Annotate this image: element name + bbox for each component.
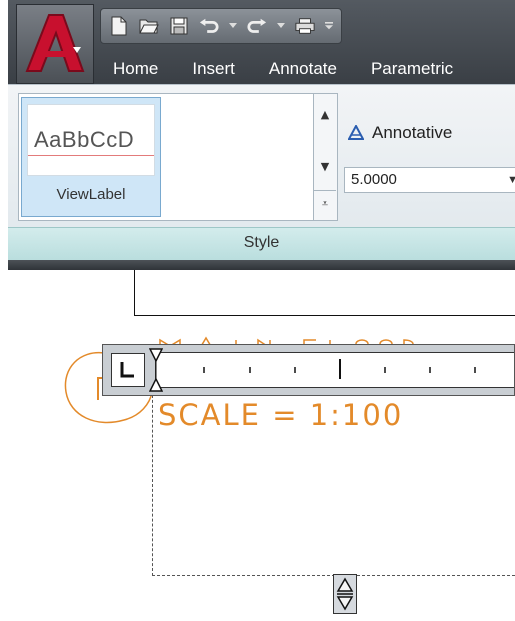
gallery-scroll-up-icon[interactable]: ▲ — [314, 108, 336, 121]
customize-dropdown-icon[interactable] — [325, 16, 333, 36]
mtext-ruler[interactable] — [102, 344, 515, 396]
resize-arrows-icon — [336, 577, 354, 611]
plot-icon[interactable] — [295, 16, 315, 36]
autocad-logo-icon — [25, 14, 85, 72]
drawing-scale-text[interactable]: SCALE = 1:100 — [158, 398, 403, 432]
annotative-row[interactable]: Annotative — [348, 123, 452, 143]
panel-title-style[interactable]: Style — [8, 227, 515, 262]
open-icon[interactable] — [139, 16, 159, 36]
ruler-scale[interactable] — [155, 352, 514, 388]
title-bar: Home Insert Annotate Parametric — [8, 0, 515, 84]
text-height-value: 5.0000 — [351, 171, 397, 188]
style-name-label: ViewLabel — [56, 186, 126, 203]
style-gallery-item-viewlabel[interactable]: AaBbCcD ViewLabel — [21, 97, 161, 217]
text-height-combo[interactable]: 5.0000 ▼ — [344, 167, 515, 193]
undo-icon[interactable] — [199, 16, 219, 36]
chevron-down-icon[interactable]: ▼ — [507, 168, 515, 192]
tab-parametric[interactable]: Parametric — [354, 59, 470, 79]
gallery-scrollbar: ▲ ▼ ⩡ — [314, 93, 338, 221]
new-icon[interactable] — [109, 16, 129, 36]
redo-dropdown-icon[interactable] — [277, 16, 285, 36]
ruler-ticks — [155, 353, 476, 387]
left-tab-icon — [120, 362, 134, 378]
mtext-resize-handle[interactable] — [333, 574, 357, 614]
gallery-scroll-down-icon[interactable]: ▼ — [314, 160, 336, 173]
tab-stop-selector[interactable] — [111, 353, 145, 387]
style-preview: AaBbCcD — [27, 104, 155, 176]
annotative-icon — [348, 125, 364, 140]
ribbon-tabs: Home Insert Annotate Parametric — [96, 54, 470, 84]
preview-baseline — [28, 155, 154, 156]
style-preview-text: AaBbCcD — [34, 127, 135, 152]
redo-icon[interactable] — [247, 16, 267, 36]
tab-insert[interactable]: Insert — [175, 59, 252, 79]
application-menu-button[interactable] — [16, 4, 94, 84]
ribbon-panel-area: AaBbCcD ViewLabel ▲ ▼ ⩡ Annotative 5.000… — [8, 84, 515, 262]
quick-access-toolbar — [100, 8, 342, 44]
ribbon-bottom-edge — [8, 260, 515, 270]
gallery-expand-icon[interactable]: ⩡ — [314, 190, 336, 221]
save-icon[interactable] — [169, 16, 189, 36]
annotative-label: Annotative — [372, 123, 453, 142]
tab-annotate[interactable]: Annotate — [252, 59, 354, 79]
undo-dropdown-icon[interactable] — [229, 16, 237, 36]
text-style-gallery: AaBbCcD ViewLabel — [18, 93, 314, 221]
tab-home[interactable]: Home — [96, 59, 175, 79]
indent-markers-icon[interactable] — [149, 347, 163, 393]
